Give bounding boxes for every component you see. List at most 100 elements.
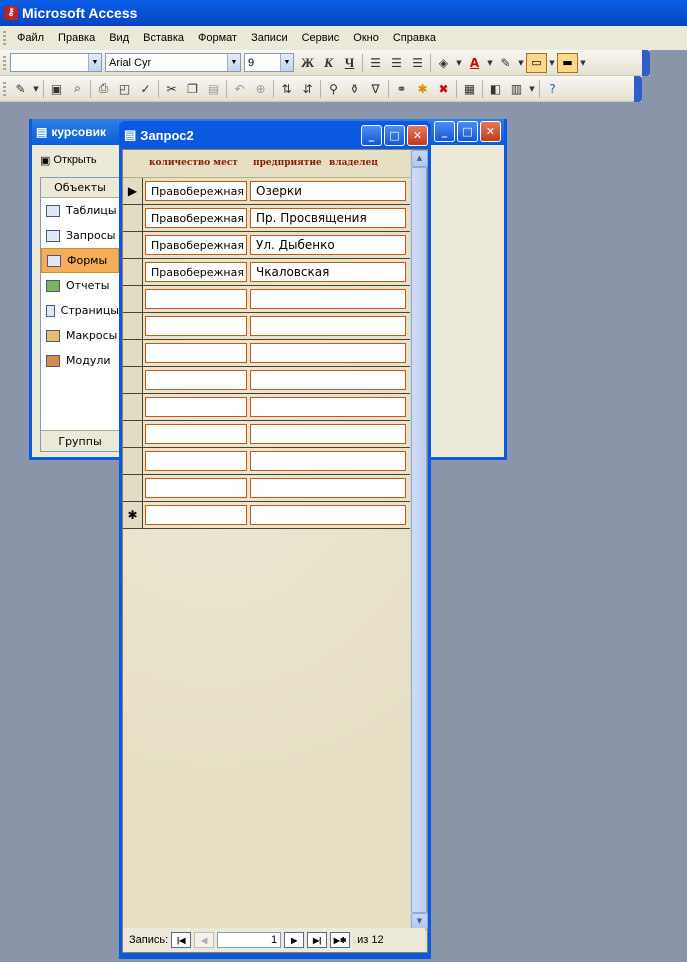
apply-filter-icon[interactable]: ∇ xyxy=(365,79,386,99)
groups-header[interactable]: Группы xyxy=(41,430,119,451)
sort-ascending-icon[interactable]: ⇅ xyxy=(276,79,297,99)
field-company[interactable] xyxy=(145,343,247,363)
field-owner[interactable] xyxy=(250,424,406,444)
new-object-icon[interactable]: ▥ xyxy=(506,79,527,99)
menu-help[interactable]: Справка xyxy=(386,32,443,44)
chevron-down-icon[interactable]: ▼ xyxy=(227,54,240,71)
field-owner[interactable]: Ул. Дыбенко xyxy=(250,235,406,255)
field-company[interactable]: Правобережная xyxy=(145,181,247,201)
filter-by-selection-icon[interactable]: ⚲ xyxy=(323,79,344,99)
chevron-down-icon[interactable]: ▼ xyxy=(31,79,41,99)
align-right-icon[interactable]: ☰ xyxy=(407,53,428,73)
close-icon[interactable]: ✕ xyxy=(480,121,501,142)
record-selector[interactable] xyxy=(123,394,143,420)
menu-records[interactable]: Записи xyxy=(244,32,295,44)
previous-record-icon[interactable]: ◀ xyxy=(194,932,215,948)
menu-edit[interactable]: Правка xyxy=(51,32,102,44)
chevron-down-icon[interactable]: ▼ xyxy=(578,53,588,73)
line-width-icon[interactable]: ▬ xyxy=(557,52,578,73)
find-icon[interactable]: ⚭ xyxy=(391,79,412,99)
field-owner[interactable] xyxy=(250,505,406,525)
hyperlink-icon[interactable]: ⊕ xyxy=(250,79,271,99)
paste-icon[interactable]: ▤ xyxy=(203,79,224,99)
record-selector[interactable] xyxy=(123,286,143,312)
record-selector[interactable] xyxy=(123,232,143,258)
first-record-icon[interactable]: |◀ xyxy=(171,932,192,948)
field-owner[interactable] xyxy=(250,478,406,498)
chevron-down-icon[interactable]: ▼ xyxy=(88,54,101,71)
field-owner[interactable] xyxy=(250,316,406,336)
menu-window[interactable]: Окно xyxy=(346,32,386,44)
fill-color-icon[interactable]: ◈ xyxy=(433,53,454,73)
field-company[interactable]: Правобережная xyxy=(145,262,247,282)
chevron-down-icon[interactable]: ▼ xyxy=(516,53,526,73)
chevron-down-icon[interactable]: ▼ xyxy=(454,53,464,73)
field-owner[interactable] xyxy=(250,370,406,390)
line-color-icon[interactable]: ✎ xyxy=(495,53,516,73)
menu-view[interactable]: Вид xyxy=(102,32,136,44)
chevron-down-icon[interactable]: ▼ xyxy=(280,54,293,71)
record-selector[interactable]: ▶ xyxy=(123,178,143,204)
spelling-icon[interactable]: ✓ xyxy=(135,79,156,99)
help-icon[interactable]: ? xyxy=(542,79,563,99)
field-company[interactable] xyxy=(145,316,247,336)
record-selector[interactable] xyxy=(123,475,143,501)
toolbar-grip[interactable] xyxy=(3,31,6,45)
search-icon[interactable]: ⌕ xyxy=(67,79,88,99)
scrollbar-thumb[interactable] xyxy=(411,167,427,913)
new-record-nav-icon[interactable]: ▶✱ xyxy=(330,932,351,948)
vertical-scrollbar[interactable]: ▲ ▼ xyxy=(410,150,428,930)
print-preview-icon[interactable]: ◰ xyxy=(114,79,135,99)
toolbar-grip[interactable] xyxy=(3,81,6,96)
object-item-queries[interactable]: Запросы xyxy=(41,223,119,248)
minimize-icon[interactable]: _ xyxy=(361,125,382,146)
field-owner[interactable] xyxy=(250,397,406,417)
objects-header[interactable]: Объекты xyxy=(41,178,119,198)
toolbar-grip[interactable] xyxy=(3,55,6,70)
menu-insert[interactable]: Вставка xyxy=(136,32,191,44)
record-selector[interactable] xyxy=(123,421,143,447)
undo-icon[interactable]: ↶ xyxy=(229,79,250,99)
field-company[interactable] xyxy=(145,478,247,498)
filter-by-form-icon[interactable]: ⚱ xyxy=(344,79,365,99)
object-item-macros[interactable]: Макросы xyxy=(41,323,119,348)
sort-descending-icon[interactable]: ⇵ xyxy=(297,79,318,99)
field-owner[interactable]: Пр. Просвящения xyxy=(250,208,406,228)
record-selector[interactable] xyxy=(123,259,143,285)
record-selector[interactable] xyxy=(123,205,143,231)
new-record-selector[interactable]: ✱ xyxy=(123,502,143,528)
minimize-icon[interactable]: _ xyxy=(434,121,455,142)
chevron-down-icon[interactable]: ▼ xyxy=(527,79,537,99)
database-window-icon[interactable]: ◧ xyxy=(485,79,506,99)
toolbar-options-icon[interactable] xyxy=(642,50,650,76)
align-center-icon[interactable]: ☰ xyxy=(386,53,407,73)
open-button[interactable]: Открыть xyxy=(53,154,96,166)
scroll-up-icon[interactable]: ▲ xyxy=(411,150,428,167)
field-company[interactable]: Правобережная xyxy=(145,208,247,228)
last-record-icon[interactable]: ▶| xyxy=(307,932,328,948)
field-owner[interactable]: Чкаловская xyxy=(250,262,406,282)
object-item-pages[interactable]: Страницы xyxy=(41,298,119,323)
menu-format[interactable]: Формат xyxy=(191,32,244,44)
copy-icon[interactable]: ❐ xyxy=(182,79,203,99)
bold-button[interactable]: Ж xyxy=(297,53,318,73)
record-selector[interactable] xyxy=(123,340,143,366)
new-record-icon[interactable]: ✱ xyxy=(412,79,433,99)
close-icon[interactable]: ✕ xyxy=(407,125,428,146)
field-company[interactable] xyxy=(145,370,247,390)
current-record-input[interactable]: 1 xyxy=(217,932,282,948)
object-select[interactable]: ▼ xyxy=(10,53,102,72)
design-view-icon[interactable]: ✎ xyxy=(10,79,31,99)
menu-tools[interactable]: Сервис xyxy=(295,32,347,44)
maximize-icon[interactable]: □ xyxy=(457,121,478,142)
next-record-icon[interactable]: ▶ xyxy=(284,932,305,948)
maximize-icon[interactable]: □ xyxy=(384,125,405,146)
properties-icon[interactable]: ▦ xyxy=(459,79,480,99)
border-color-icon[interactable]: ▭ xyxy=(526,52,547,73)
record-selector[interactable] xyxy=(123,448,143,474)
menu-file[interactable]: Файл xyxy=(10,32,51,44)
field-company[interactable] xyxy=(145,289,247,309)
toolbar-options-icon[interactable] xyxy=(634,76,642,102)
print-icon[interactable]: ⎙ xyxy=(93,79,114,99)
field-company[interactable] xyxy=(145,505,247,525)
